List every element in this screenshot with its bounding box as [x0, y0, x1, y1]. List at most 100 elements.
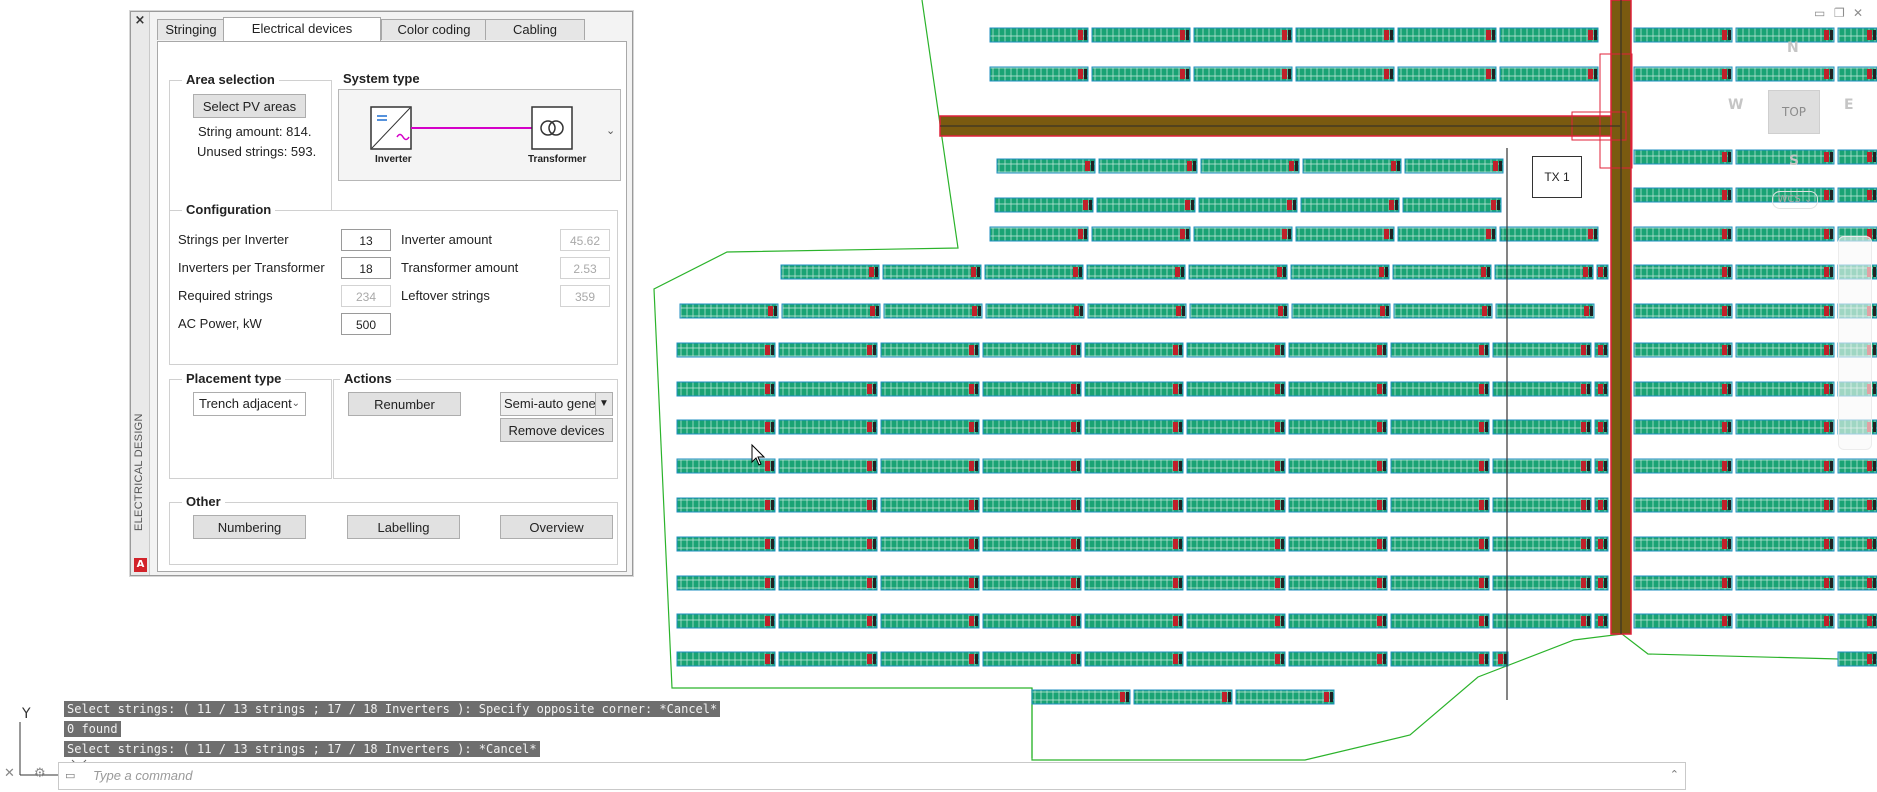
combiner-marker: [1191, 200, 1194, 210]
remove-devices-button[interactable]: Remove devices: [500, 418, 613, 442]
tab-cabling[interactable]: Cabling: [485, 19, 585, 40]
pv-table: [1193, 226, 1293, 242]
pv-table: [1133, 689, 1233, 705]
pv-table: [1295, 226, 1395, 242]
combiner-marker: [1873, 190, 1876, 200]
labelling-button[interactable]: Labelling: [347, 515, 460, 539]
system-type-selector[interactable]: Inverter Transformer ⌄: [338, 89, 621, 181]
pv-table: [778, 651, 878, 667]
viewcube-south[interactable]: S: [1789, 153, 1799, 169]
numbering-button[interactable]: Numbering: [193, 515, 306, 539]
transformer-tag[interactable]: TX 1: [1532, 156, 1582, 198]
command-close-icon[interactable]: ✕: [4, 766, 15, 781]
combiner-marker: [1830, 306, 1833, 316]
pv-table: [1494, 264, 1594, 280]
pv-table: [1735, 381, 1835, 397]
command-line-bar[interactable]: ▭ Type a command ⌃: [58, 762, 1686, 790]
combiner-marker: [1084, 30, 1087, 40]
string-marker: [1287, 200, 1292, 210]
pv-table: [982, 613, 1082, 629]
command-history-expand-icon[interactable]: ⌃: [1670, 768, 1679, 781]
minimize-drawing-icon[interactable]: ▭: [1814, 6, 1825, 20]
string-marker: [1493, 161, 1498, 171]
string-marker: [1384, 229, 1389, 239]
string-marker: [1074, 306, 1079, 316]
restore-drawing-icon[interactable]: ❐: [1834, 6, 1845, 20]
system-type-dropdown-icon[interactable]: ⌄: [606, 124, 615, 137]
placement-type-dropdown[interactable]: Trench adjacent ⌄: [193, 392, 306, 416]
combiner-marker: [1383, 654, 1386, 664]
inverters-per-transformer-input[interactable]: 18: [341, 257, 391, 279]
combiner-marker: [1077, 578, 1080, 588]
string-marker: [1824, 578, 1829, 588]
string-marker: [1377, 345, 1382, 355]
viewcube-north[interactable]: N: [1787, 40, 1799, 56]
combiner-marker: [1728, 30, 1731, 40]
close-drawing-icon[interactable]: ✕: [1853, 6, 1863, 20]
combiner-marker: [876, 306, 879, 316]
viewcube-top-face[interactable]: TOP: [1768, 90, 1820, 134]
combiner-marker: [1587, 384, 1590, 394]
palette-title-strip[interactable]: × ELECTRICAL DESIGN A: [131, 12, 150, 575]
tab-color-coding[interactable]: Color coding: [381, 19, 487, 40]
pv-table: [880, 536, 980, 552]
string-marker: [1071, 500, 1076, 510]
actions-title: Actions: [340, 371, 396, 386]
command-input[interactable]: Type a command: [93, 763, 192, 789]
pv-table: [1288, 651, 1388, 667]
combiner-marker: [771, 578, 774, 588]
wcs-menu[interactable]: WCS ⌄: [1772, 191, 1818, 209]
generation-mode-dropdown[interactable]: Semi-auto gener ▼: [500, 392, 613, 416]
tab-electrical-devices[interactable]: Electrical devices: [223, 17, 381, 42]
string-marker: [1491, 200, 1496, 210]
transformer-amount-label: Transformer amount: [401, 260, 519, 275]
string-marker: [1282, 30, 1287, 40]
strings-per-inverter-input[interactable]: 13: [341, 229, 391, 251]
overview-button[interactable]: Overview: [500, 515, 613, 539]
string-marker: [867, 384, 872, 394]
combiner-marker: [873, 461, 876, 471]
pv-table: [1492, 613, 1592, 629]
pv-table: [1735, 613, 1835, 629]
string-marker: [1722, 306, 1727, 316]
select-pv-areas-button[interactable]: Select PV areas: [193, 94, 306, 118]
navigation-bar[interactable]: [1838, 236, 1872, 450]
viewcube-east[interactable]: E: [1844, 97, 1854, 113]
customize-icon[interactable]: ⚙: [34, 766, 46, 781]
close-icon[interactable]: ×: [133, 14, 147, 28]
string-marker: [1377, 616, 1382, 626]
combiner-marker: [1395, 200, 1398, 210]
string-marker: [1479, 539, 1484, 549]
combiner-marker: [1397, 161, 1400, 171]
required-strings-label: Required strings: [178, 288, 273, 303]
pv-table: [982, 497, 1082, 513]
combiner-marker: [1186, 229, 1189, 239]
combiner-marker: [1179, 500, 1182, 510]
pv-table: [1235, 689, 1335, 705]
ac-power-input[interactable]: 500: [341, 313, 391, 335]
string-marker: [1277, 267, 1282, 277]
combiner-marker: [975, 461, 978, 471]
dropdown-arrow-icon[interactable]: ▼: [595, 393, 612, 415]
combiner-marker: [1873, 461, 1876, 471]
combiner-marker: [1728, 190, 1731, 200]
combiner-marker: [774, 306, 777, 316]
string-marker: [1275, 345, 1280, 355]
pv-table: [1186, 536, 1286, 552]
tab-stringing[interactable]: Stringing: [157, 19, 225, 40]
string-marker: [969, 654, 974, 664]
string-marker: [1824, 30, 1829, 40]
renumber-button[interactable]: Renumber: [348, 392, 461, 416]
string-marker: [1078, 30, 1083, 40]
combiner-marker: [1077, 384, 1080, 394]
string-marker: [870, 306, 875, 316]
pv-table: [676, 575, 776, 591]
combiner-marker: [1492, 30, 1495, 40]
string-marker: [1222, 692, 1227, 702]
combiner-marker: [1604, 578, 1607, 588]
pv-table: [982, 575, 1082, 591]
pv-table: [778, 497, 878, 513]
combiner-marker: [1830, 267, 1833, 277]
string-marker: [1722, 152, 1727, 162]
viewcube-west[interactable]: W: [1728, 97, 1743, 113]
